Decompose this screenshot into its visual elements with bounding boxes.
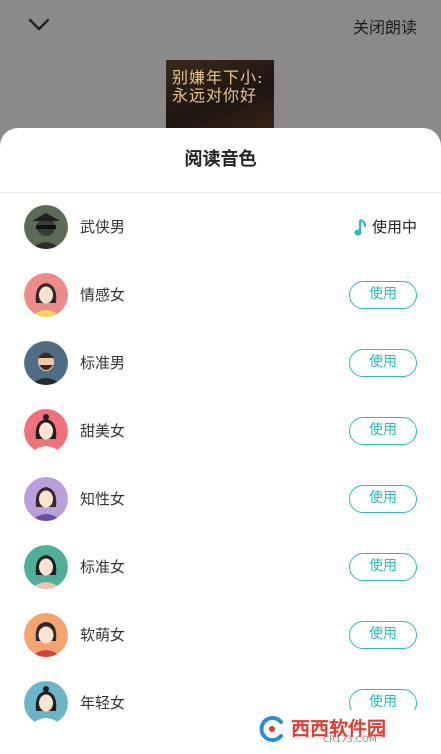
avatar [24, 681, 68, 725]
voice-row-cute-female[interactable]: 软萌女 使用 [0, 601, 441, 669]
voice-row-emotional-female[interactable]: 情感女 使用 [0, 261, 441, 329]
watermark-url: CR173.COM [323, 735, 377, 745]
voice-row-standard-male[interactable]: 标准男 使用 [0, 329, 441, 397]
avatar [24, 545, 68, 589]
voice-row-sweet-female[interactable]: 甜美女 使用 [0, 397, 441, 465]
voice-row-standard-female[interactable]: 标准女 使用 [0, 533, 441, 601]
voice-row-intellectual-female[interactable]: 知性女 使用 [0, 465, 441, 533]
avatar [24, 409, 68, 453]
voice-name: 标准女 [80, 558, 126, 576]
use-button[interactable]: 使用 [349, 621, 417, 649]
music-note-icon [354, 218, 367, 235]
use-button[interactable]: 使用 [349, 349, 417, 377]
cover-title-line2: 永远对你好 [172, 86, 258, 105]
close-reading-button[interactable]: 关闭朗读 [353, 14, 417, 38]
use-button[interactable]: 使用 [349, 417, 417, 445]
avatar [24, 205, 68, 249]
voice-name: 甜美女 [80, 422, 126, 440]
voice-name: 标准男 [80, 354, 126, 372]
voice-name: 武侠男 [80, 218, 126, 236]
avatar [24, 341, 68, 385]
voice-sheet: 阅读音色 武侠男 使用中 情感女 使用 标准男 使用 甜美女 使用 知性女 使用… [0, 128, 441, 754]
sheet-title: 阅读音色 [184, 149, 257, 170]
use-button[interactable]: 使用 [349, 485, 417, 513]
avatar [24, 273, 68, 317]
chevron-down-icon[interactable] [26, 12, 52, 38]
use-button[interactable]: 使用 [349, 281, 417, 309]
book-cover: 别嫌年下小: 永远对你好 [166, 60, 274, 136]
in-use-status: 使用中 [354, 193, 417, 261]
voice-name: 年轻女 [80, 694, 126, 712]
watermark-logo [259, 716, 283, 742]
in-use-label: 使用中 [371, 218, 417, 236]
top-bar: 关闭朗读 [0, 0, 441, 52]
voice-name: 知性女 [80, 490, 126, 508]
voice-name: 软萌女 [80, 626, 126, 644]
use-button[interactable]: 使用 [349, 553, 417, 581]
watermark: 西西软件园 CR173.COM [251, 710, 431, 748]
avatar [24, 613, 68, 657]
voice-name: 情感女 [80, 286, 126, 304]
voice-row-wuxia-male[interactable]: 武侠男 使用中 [0, 193, 441, 261]
avatar [24, 477, 68, 521]
